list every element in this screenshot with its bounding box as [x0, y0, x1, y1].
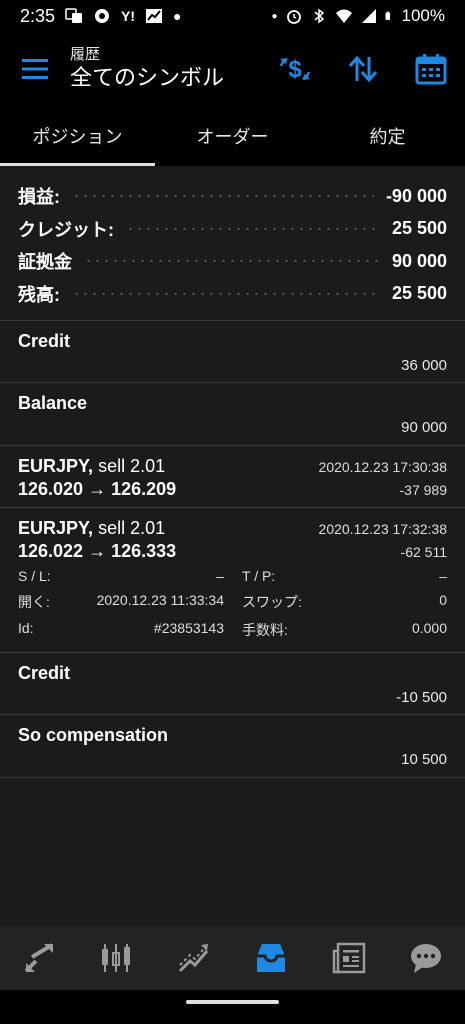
notification-dot-icon: ●	[271, 10, 278, 22]
summary-value: 25 500	[391, 283, 447, 304]
summary-value: 90 000	[391, 250, 447, 271]
summary-label: 損益:	[18, 187, 60, 208]
tab-bar: ポジション オーダー 約定	[0, 106, 465, 166]
clock: 2:35	[20, 5, 56, 26]
trade-icon	[178, 944, 208, 973]
list-item-compensation[interactable]: So compensation 10 500	[0, 715, 465, 778]
summary-label: 残高:	[18, 284, 60, 305]
nav-chat[interactable]	[388, 926, 465, 990]
history-list[interactable]: 損益: -90 000 クレジット: 25 500 証拠金 90 000 残高:…	[0, 166, 465, 926]
summary-row-balance: 残高: 25 500	[18, 278, 447, 311]
item-name: Balance	[18, 393, 88, 413]
battery-icon	[385, 11, 390, 20]
page-title: 全てのシンボル	[70, 65, 225, 90]
menu-button[interactable]	[0, 32, 70, 106]
chat-icon	[411, 944, 442, 973]
svg-text:$: $	[288, 56, 302, 83]
list-item-balance[interactable]: Balance 90 000	[0, 383, 465, 446]
calendar-button[interactable]	[397, 32, 465, 106]
detail-open: 開く: 2020.12.23 11:33:34	[18, 592, 224, 610]
signal-icon	[361, 9, 376, 23]
summary-row-credit: クレジット: 25 500	[18, 213, 447, 246]
nav-history[interactable]	[233, 926, 311, 990]
sort-icon	[348, 55, 378, 83]
summary-value: -90 000	[385, 185, 447, 206]
item-amount: 10 500	[401, 751, 447, 768]
menu-icon	[22, 59, 48, 79]
item-amount: -10 500	[396, 689, 447, 706]
dotted-leader	[126, 227, 380, 230]
page-subtitle: 履歴	[70, 46, 101, 63]
item-amount: 90 000	[401, 419, 447, 436]
tab-deals[interactable]: 約定	[310, 106, 465, 166]
detail-tp: T / P: –	[242, 568, 447, 584]
deal-side: sell 2.01	[98, 518, 166, 538]
deal-row[interactable]: EURJPY, sell 2.01 2020.12.23 17:30:38 12…	[0, 446, 465, 508]
detail-swap: スワップ: 0	[242, 592, 447, 610]
app-bar: 履歴 全てのシンボル $	[0, 32, 465, 106]
dotted-leader	[72, 195, 374, 198]
app-bar-titles: 履歴 全てのシンボル	[70, 46, 261, 92]
summary-row-profit: 損益: -90 000	[18, 180, 447, 213]
notification-dot-icon: ●	[173, 8, 182, 24]
deal-profit: -62 511	[400, 544, 447, 560]
calendar-icon	[415, 54, 447, 85]
deal-prices: 126.020 → 126.209	[18, 479, 177, 499]
chart-icon	[102, 944, 131, 972]
stocks-icon	[146, 9, 163, 23]
deal-time: 2020.12.23 17:30:38	[318, 459, 447, 475]
detail-fee: 手数料: 0.000	[242, 620, 447, 638]
bottom-navigation	[0, 926, 465, 990]
quotes-icon	[24, 943, 53, 973]
nav-trade[interactable]	[155, 926, 233, 990]
summary-label: クレジット:	[18, 219, 114, 240]
summary-label: 証拠金	[18, 252, 72, 273]
nav-quotes[interactable]	[0, 926, 78, 990]
item-name: So compensation	[18, 725, 169, 745]
translate-icon	[65, 8, 83, 23]
wifi-icon	[335, 9, 352, 23]
tab-orders[interactable]: オーダー	[155, 106, 310, 166]
status-bar: 2:35 Y! ● ● 100%	[0, 0, 465, 32]
item-amount: 36 000	[401, 357, 447, 374]
summary-row-margin: 証拠金 90 000	[18, 245, 447, 278]
deal-profit: -37 989	[399, 482, 447, 498]
detail-sl: S / L: –	[18, 568, 224, 584]
deal-side: sell 2.01	[98, 456, 166, 476]
item-name: Credit	[18, 663, 71, 683]
sort-button[interactable]	[329, 32, 397, 106]
detail-id: Id: #23853143	[18, 620, 224, 636]
battery-level: 100%	[401, 6, 445, 25]
news-icon	[332, 942, 365, 974]
summary-block: 損益: -90 000 クレジット: 25 500 証拠金 90 000 残高:…	[0, 166, 465, 321]
bluetooth-icon	[314, 8, 324, 24]
dotted-leader	[84, 260, 380, 263]
dollar-exchange-icon: $	[279, 56, 311, 83]
alarm-icon	[286, 10, 301, 24]
deal-prices: 126.022 → 126.333	[18, 541, 177, 561]
nav-news[interactable]	[310, 926, 388, 990]
list-item-credit[interactable]: Credit -10 500	[0, 653, 465, 715]
deal-row-expanded[interactable]: EURJPY, sell 2.01 2020.12.23 17:32:38 12…	[0, 508, 465, 653]
deal-symbol: EURJPY, sell 2.01	[18, 456, 166, 476]
list-item-credit[interactable]: Credit 36 000	[0, 321, 465, 383]
summary-value: 25 500	[391, 218, 447, 239]
tab-positions[interactable]: ポジション	[0, 106, 155, 166]
chrome-icon	[95, 9, 110, 23]
history-icon	[257, 944, 286, 972]
deal-time: 2020.12.23 17:32:38	[318, 521, 447, 537]
system-gesture-area	[0, 990, 465, 1024]
deal-symbol: EURJPY, sell 2.01	[18, 518, 166, 538]
balance-operations-button[interactable]: $	[261, 32, 329, 106]
yahoo-icon: Y!	[121, 8, 136, 24]
item-name: Credit	[18, 331, 71, 351]
nav-chart[interactable]	[78, 926, 156, 990]
deal-details: S / L: – T / P: – 開く: 2020.12.23 11:33:34 ス…	[18, 562, 447, 648]
home-gesture-handle[interactable]	[186, 1000, 279, 1004]
dotted-leader	[72, 292, 380, 295]
